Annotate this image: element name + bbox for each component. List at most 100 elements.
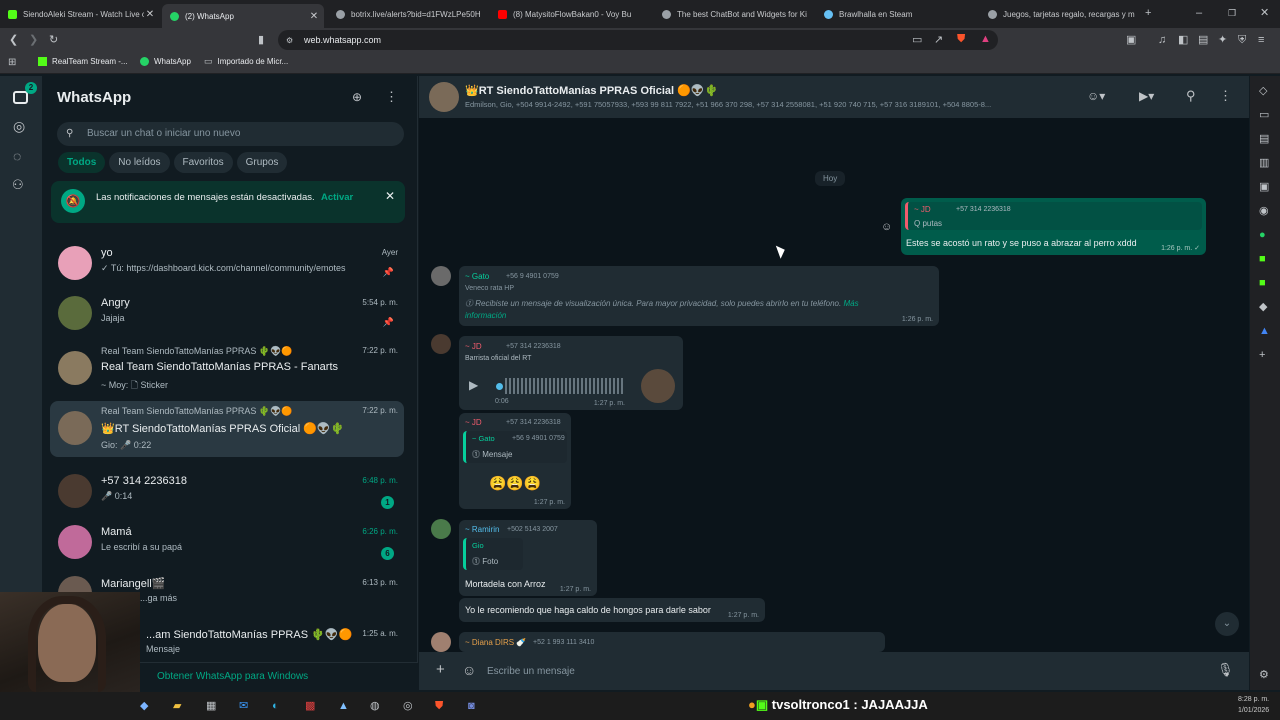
bookmark-whatsapp[interactable]: WhatsApp (140, 57, 191, 66)
copilot-icon[interactable]: ◆ (140, 699, 148, 713)
vpn-icon[interactable]: ⛨ (1238, 33, 1246, 47)
playback-handle[interactable] (496, 383, 503, 390)
back-icon[interactable]: ❮ (9, 33, 18, 47)
sender-avatar[interactable] (431, 334, 451, 354)
waveform[interactable] (505, 378, 623, 394)
browser-tab[interactable]: SiendoAleki Stream - Watch Live on ✕ (0, 4, 160, 24)
sticker-menu-icon[interactable]: ☺▾ (1087, 89, 1105, 103)
store-icon[interactable]: ▦ (206, 699, 216, 713)
edge-icon[interactable]: ◐ (272, 699, 279, 713)
quoted-message[interactable]: Gio ⓵ Foto (463, 538, 523, 570)
brave-shield-icon[interactable]: ⛊ (957, 32, 965, 46)
app-icon[interactable]: ▩ (305, 699, 315, 713)
extensions-icon[interactable]: ✦ (1218, 33, 1227, 47)
chat-item-fanarts[interactable]: Real Team SiendoTattoManías PPRAS 🌵👽🟠 Re… (50, 343, 404, 393)
apps-grid-icon[interactable]: ⊞ (8, 56, 16, 70)
file-explorer-icon[interactable]: ▰ (173, 699, 181, 713)
chat-header[interactable]: 👑RT SiendoTattoManías PPRAS Oficial 🟠👽🌵 … (419, 76, 1249, 118)
brave-rewards-icon[interactable]: ▲ (980, 32, 991, 46)
kick-icon[interactable]: ■ (1259, 252, 1266, 266)
chats-icon[interactable] (13, 91, 28, 104)
scroll-down-button[interactable]: ⌄ (1215, 612, 1239, 636)
site-info-icon[interactable]: ⚙ (286, 34, 293, 48)
app-icon-2[interactable]: ▲ (338, 699, 349, 713)
group-avatar[interactable] (429, 82, 459, 112)
brave-icon[interactable]: ⛊ (435, 699, 443, 713)
maximize-icon[interactable]: ❐ (1228, 6, 1236, 20)
message-input[interactable]: Escribe un mensaje (483, 658, 1203, 684)
side-icon-5[interactable]: ▣ (1259, 180, 1269, 194)
activate-link[interactable]: Activar (321, 192, 353, 203)
status-icon[interactable]: ◎ (13, 119, 25, 133)
browser-tab[interactable]: botrix.live/alerts?bid=d1FWzLPe50H (328, 4, 488, 24)
whatsapp-icon[interactable]: ● (1259, 228, 1266, 242)
attach-plus-icon[interactable]: + (436, 662, 445, 677)
react-icon[interactable]: ☺ (881, 220, 892, 234)
app-icon-3[interactable]: ◎ (403, 699, 413, 713)
bookmark-realteam[interactable]: RealTeam Stream -... (38, 57, 128, 66)
browser-tab[interactable]: Juegos, tarjetas regalo, recargas y m (980, 4, 1140, 24)
new-tab-icon[interactable]: + (1145, 6, 1151, 20)
bookmark-folder[interactable]: ▭ Importado de Micr... (204, 57, 288, 67)
settings-icon[interactable]: ⚙ (1259, 668, 1269, 682)
wallet-icon[interactable]: ▤ (1198, 33, 1208, 47)
close-tab-icon[interactable]: ✕ (144, 9, 156, 20)
chat-item-yo[interactable]: yo ✓ Tú: https://dashboard.kick.com/chan… (50, 241, 404, 291)
discord-icon[interactable]: ◙ (468, 699, 475, 713)
quoted-message[interactable]: ~ Gato +56 9 4901 0759 ⓵ Mensaje (463, 431, 567, 463)
close-tab-icon[interactable]: ✕ (308, 11, 320, 22)
add-panel-icon[interactable]: + (1259, 348, 1265, 362)
voice-message[interactable]: ~ JD +57 314 2236318 Barrista oficial de… (459, 336, 683, 410)
new-chat-icon[interactable]: ⊕ (352, 90, 362, 104)
side-icon-1[interactable]: ◇ (1259, 84, 1267, 98)
reload-icon[interactable]: ↻ (49, 33, 58, 47)
text-message[interactable]: Yo le recomiendo que haga caldo de hongo… (459, 598, 765, 622)
video-call-icon[interactable]: ▶▾ (1139, 89, 1154, 103)
chat-item-phone[interactable]: +57 314 2236318 🎤 0:14 6:48 p. m. 1 (50, 469, 404, 519)
obs-icon[interactable]: ◍ (370, 699, 380, 713)
close-window-icon[interactable]: ✕ (1260, 6, 1269, 20)
communities-icon[interactable]: ⚇ (12, 178, 24, 192)
emoji-icon[interactable]: ☺ (462, 663, 476, 677)
side-icon-4[interactable]: ▥ (1259, 156, 1269, 170)
menu-icon[interactable]: ≡ (1258, 33, 1264, 47)
partial-message[interactable]: ~ Diana DIRS 🍼 +52 1 993 111 3410 (459, 632, 885, 652)
drive-icon[interactable]: ▲ (1259, 324, 1270, 338)
sender-avatar[interactable] (431, 519, 451, 539)
filter-unread[interactable]: No leídos (109, 152, 170, 173)
screen-icon[interactable]: ▭ (912, 33, 922, 47)
bookmark-icon[interactable]: ▮ (258, 33, 264, 47)
mail-icon[interactable]: ✉ (239, 699, 248, 713)
microphone-icon[interactable]: 🎙 (1217, 663, 1234, 677)
share-icon[interactable]: ↗ (934, 33, 943, 47)
browser-tab[interactable]: (8) MatysitoFlowBakan0 - Voy Bu (490, 4, 650, 24)
minimize-icon[interactable]: – (1196, 6, 1202, 20)
photo-reply-message[interactable]: ~ Ramirin +502 5143 2007 Gio ⓵ Foto Mort… (459, 520, 597, 596)
forward-icon[interactable]: ❯ (29, 33, 38, 47)
chat-item-mama[interactable]: Mamá Le escribí a su papá 6:26 p. m. 6 (50, 520, 404, 570)
side-icon-2[interactable]: ▭ (1259, 108, 1269, 122)
filter-groups[interactable]: Grupos (236, 152, 288, 173)
filter-favorites[interactable]: Favoritos (173, 152, 233, 173)
sender-avatar[interactable] (431, 266, 451, 286)
chat-item-angry[interactable]: Angry Jajaja 5:54 p. m. 📌 (50, 291, 404, 341)
sender-avatar[interactable] (431, 632, 451, 652)
quoted-message[interactable]: ~ JD +57 314 2236318 Q putas (905, 202, 1202, 230)
chat-item-oficial[interactable]: Real Team SiendoTattoManías PPRAS 🌵👽🟠 👑R… (50, 401, 404, 457)
search-icon[interactable]: ⚲ (1186, 89, 1196, 103)
panel-icon[interactable]: ◧ (1178, 33, 1188, 47)
browser-tab[interactable]: Brawlhalla en Steam (816, 4, 976, 24)
outgoing-message[interactable]: ~ JD +57 314 2236318 Q putas Estes se ac… (901, 198, 1206, 255)
browser-tab[interactable]: The best ChatBot and Widgets for Ki (654, 4, 814, 24)
menu-dots-icon[interactable]: ⋮ (1219, 89, 1232, 103)
reply-message[interactable]: ~ JD +57 314 2236318 ~ Gato +56 9 4901 0… (459, 413, 571, 509)
sidebar-icon[interactable]: ▣ (1126, 33, 1136, 47)
side-icon-6[interactable]: ◉ (1259, 204, 1269, 218)
channels-icon[interactable]: ◌ (13, 149, 21, 163)
search-input[interactable]: ⚲ Buscar un chat o iniciar uno nuevo (57, 122, 404, 146)
kick-icon[interactable]: ■ (1259, 276, 1266, 290)
side-icon-7[interactable]: ◆ (1259, 300, 1267, 314)
side-icon-3[interactable]: ▤ (1259, 132, 1269, 146)
menu-dots-icon[interactable]: ⋮ (385, 90, 398, 104)
play-icon[interactable]: ▶ (469, 378, 478, 392)
